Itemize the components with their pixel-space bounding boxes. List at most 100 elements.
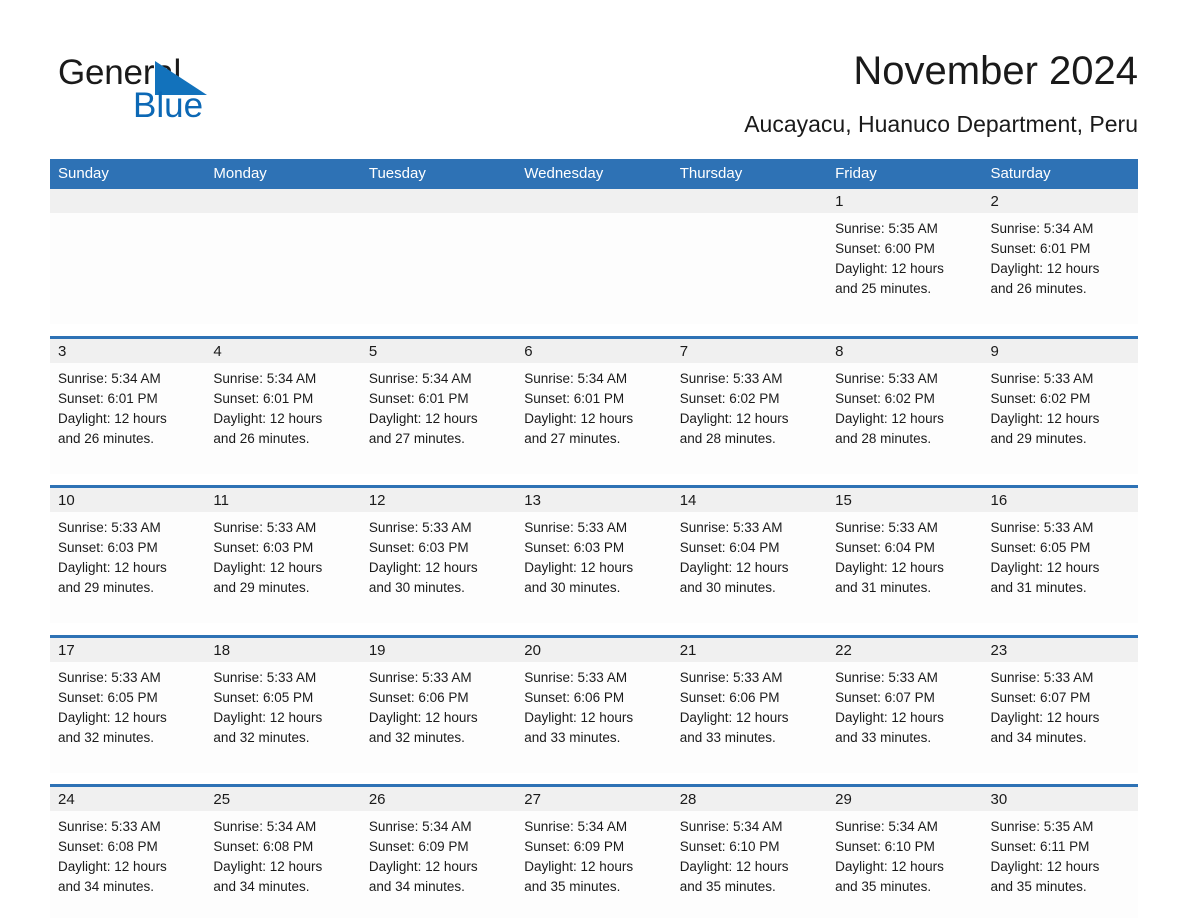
day-number: 5 <box>360 338 517 363</box>
calendar-day-22[interactable]: 22 Sunrise: 5:33 AM Sunset: 6:07 PM Dayligh… <box>827 637 983 773</box>
day-details: Sunrise: 5:33 AM Sunset: 6:03 PM Daylight:… <box>516 512 671 598</box>
day-number: 6 <box>516 338 672 363</box>
day-number: 30 <box>982 787 1138 811</box>
calendar-day-20[interactable]: 20 Sunrise: 5:33 AM Sunset: 6:06 PM Dayligh… <box>516 637 672 773</box>
daylight-text-line2: and 30 minutes. <box>679 580 776 595</box>
generalblue-logo[interactable]: General Blue <box>58 53 358 133</box>
day-details: Sunrise: 5:33 AM Sunset: 6:05 PM Daylight:… <box>205 662 360 748</box>
page-subtitle: Aucayacu, Huanuco Department, Peru <box>744 111 1138 137</box>
calendar-cell <box>516 189 672 324</box>
daylight-text-line1: Daylight: 12 hours <box>524 560 634 575</box>
day-details: Sunrise: 5:33 AM Sunset: 6:06 PM Daylight:… <box>516 662 671 748</box>
week-separator <box>50 473 1138 488</box>
day-details: Sunrise: 5:34 AM Sunset: 6:08 PM Daylight:… <box>205 811 360 897</box>
calendar-day-19[interactable]: 19 Sunrise: 5:33 AM Sunset: 6:06 PM Dayligh… <box>360 637 517 773</box>
calendar-day-8[interactable]: 8 Sunrise: 5:33 AM Sunset: 6:02 PM Daylight… <box>827 338 983 474</box>
sunrise-text: Sunrise: 5:33 AM <box>524 669 628 685</box>
calendar-cell: 29 Sunrise: 5:34 AM Sunset: 6:10 PM Dayligh… <box>827 785 983 918</box>
calendar-day-30[interactable]: 30 Sunrise: 5:35 AM Sunset: 6:11 PM Dayligh… <box>982 787 1138 918</box>
daylight-text-line1: Daylight: 12 hours <box>990 410 1100 426</box>
day-number: 10 <box>50 488 206 512</box>
calendar-day-11[interactable]: 11 Sunrise: 5:33 AM Sunset: 6:03 PM Dayligh… <box>205 488 361 623</box>
day-number: 19 <box>360 637 517 662</box>
calendar-week-row: 10 Sunrise: 5:33 AM Sunset: 6:03 PM Dayligh… <box>50 486 1138 623</box>
daylight-text-line2: and 25 minutes. <box>835 281 932 296</box>
calendar-day-14[interactable]: 14 Sunrise: 5:33 AM Sunset: 6:04 PM Dayligh… <box>671 488 828 623</box>
day-details: Sunrise: 5:34 AM Sunset: 6:01 PM Daylight:… <box>50 363 205 449</box>
calendar-day-27[interactable]: 27 Sunrise: 5:34 AM Sunset: 6:09 PM Dayligh… <box>516 787 672 918</box>
daylight-text-line2: and 33 minutes. <box>524 729 621 745</box>
sunrise-text: Sunrise: 5:33 AM <box>835 520 938 535</box>
calendar-day-3[interactable]: 3 Sunrise: 5:34 AM Sunset: 6:01 PM Daylight… <box>50 338 206 474</box>
day-details: Sunrise: 5:34 AM Sunset: 6:10 PM Daylight:… <box>827 811 982 897</box>
calendar-day-23[interactable]: 23 Sunrise: 5:33 AM Sunset: 6:07 PM Dayligh… <box>982 637 1138 773</box>
sunrise-text: Sunrise: 5:33 AM <box>213 669 317 685</box>
daylight-text-line2: and 26 minutes. <box>213 430 310 446</box>
calendar-day-7[interactable]: 7 Sunrise: 5:33 AM Sunset: 6:02 PM Daylight… <box>671 338 828 474</box>
calendar-day-6[interactable]: 6 Sunrise: 5:34 AM Sunset: 6:01 PM Daylight… <box>516 338 672 474</box>
calendar-cell: 30 Sunrise: 5:35 AM Sunset: 6:11 PM Dayligh… <box>982 785 1138 918</box>
sunset-text: Sunset: 6:03 PM <box>58 540 158 555</box>
calendar-cell: 3 Sunrise: 5:34 AM Sunset: 6:01 PM Daylight… <box>50 337 206 474</box>
calendar-cell: 11 Sunrise: 5:33 AM Sunset: 6:03 PM Dayligh… <box>205 486 361 623</box>
calendar-cell: 4 Sunrise: 5:34 AM Sunset: 6:01 PM Daylight… <box>205 337 361 474</box>
day-number: 18 <box>205 637 361 662</box>
calendar-day-15[interactable]: 15 Sunrise: 5:33 AM Sunset: 6:04 PM Dayligh… <box>827 488 983 623</box>
day-number: 22 <box>827 637 983 662</box>
sunrise-text: Sunrise: 5:33 AM <box>990 669 1094 685</box>
calendar-day-13[interactable]: 13 Sunrise: 5:33 AM Sunset: 6:03 PM Dayligh… <box>516 488 672 623</box>
daylight-text-line1: Daylight: 12 hours <box>213 560 323 575</box>
calendar-day-24[interactable]: 24 Sunrise: 5:33 AM Sunset: 6:08 PM Dayligh… <box>50 787 206 918</box>
day-number: 28 <box>671 787 828 811</box>
calendar-day-26[interactable]: 26 Sunrise: 5:34 AM Sunset: 6:09 PM Dayligh… <box>360 787 517 918</box>
calendar-day-1[interactable]: 1 Sunrise: 5:35 AM Sunset: 6:00 PM Daylight… <box>827 189 983 324</box>
sunrise-text: Sunrise: 5:34 AM <box>524 819 628 834</box>
daylight-text-line1: Daylight: 12 hours <box>679 859 789 874</box>
day-number: 15 <box>827 488 983 512</box>
sunrise-text: Sunrise: 5:33 AM <box>524 520 628 535</box>
calendar-day-5[interactable]: 5 Sunrise: 5:34 AM Sunset: 6:01 PM Daylight… <box>360 338 517 474</box>
calendar-day-17[interactable]: 17 Sunrise: 5:33 AM Sunset: 6:05 PM Dayligh… <box>50 637 206 773</box>
week-separator <box>50 623 1138 638</box>
sunrise-text: Sunrise: 5:33 AM <box>368 669 472 685</box>
sunset-text: Sunset: 6:11 PM <box>990 839 1090 854</box>
daylight-text-line2: and 29 minutes. <box>58 580 155 595</box>
sunset-text: Sunset: 6:01 PM <box>58 390 158 406</box>
sunrise-text: Sunrise: 5:33 AM <box>58 819 161 834</box>
sunrise-text: Sunrise: 5:33 AM <box>835 669 938 685</box>
daylight-text-line1: Daylight: 12 hours <box>835 709 944 725</box>
day-details: Sunrise: 5:34 AM Sunset: 6:01 PM Daylight:… <box>983 213 1138 299</box>
day-number: 26 <box>360 787 517 811</box>
day-number: 25 <box>205 787 361 811</box>
calendar-day-25[interactable]: 25 Sunrise: 5:34 AM Sunset: 6:08 PM Dayligh… <box>205 787 361 918</box>
calendar-day-10[interactable]: 10 Sunrise: 5:33 AM Sunset: 6:03 PM Dayligh… <box>50 488 206 623</box>
day-details: Sunrise: 5:33 AM Sunset: 6:03 PM Daylight:… <box>361 512 516 598</box>
week-rule <box>50 772 1138 787</box>
day-details: Sunrise: 5:33 AM Sunset: 6:04 PM Daylight:… <box>827 512 982 598</box>
daylight-text-line1: Daylight: 12 hours <box>213 859 323 874</box>
page-title: November 2024 <box>853 49 1138 93</box>
day-number: 24 <box>50 787 206 811</box>
daylight-text-line2: and 32 minutes. <box>368 729 465 745</box>
sunrise-text: Sunrise: 5:33 AM <box>835 370 938 386</box>
sunset-text: Sunset: 6:06 PM <box>368 689 469 705</box>
day-details: Sunrise: 5:33 AM Sunset: 6:04 PM Daylight:… <box>672 512 827 598</box>
calendar-day-16[interactable]: 16 Sunrise: 5:33 AM Sunset: 6:05 PM Dayligh… <box>982 488 1138 623</box>
calendar-day-18[interactable]: 18 Sunrise: 5:33 AM Sunset: 6:05 PM Dayligh… <box>205 637 361 773</box>
calendar-cell: 13 Sunrise: 5:33 AM Sunset: 6:03 PM Dayligh… <box>516 486 672 623</box>
calendar-day-28[interactable]: 28 Sunrise: 5:34 AM Sunset: 6:10 PM Dayligh… <box>671 787 828 918</box>
day-details: Sunrise: 5:33 AM Sunset: 6:05 PM Daylight:… <box>983 512 1138 598</box>
daylight-text-line2: and 32 minutes. <box>58 729 155 745</box>
day-number: 13 <box>516 488 672 512</box>
sunrise-text: Sunrise: 5:33 AM <box>990 520 1094 535</box>
calendar-day-4[interactable]: 4 Sunrise: 5:34 AM Sunset: 6:01 PM Daylight… <box>205 338 361 474</box>
logo-text-blue: Blue <box>133 86 204 125</box>
daylight-text-line2: and 35 minutes. <box>835 879 932 894</box>
calendar-day-21[interactable]: 21 Sunrise: 5:33 AM Sunset: 6:06 PM Dayligh… <box>671 637 828 773</box>
calendar-cell: 7 Sunrise: 5:33 AM Sunset: 6:02 PM Daylight… <box>671 337 828 474</box>
calendar-day-2[interactable]: 2 Sunrise: 5:34 AM Sunset: 6:01 PM Daylight… <box>982 189 1138 324</box>
calendar-day-9[interactable]: 9 Sunrise: 5:33 AM Sunset: 6:02 PM Daylight… <box>982 338 1138 474</box>
day-details: Sunrise: 5:33 AM Sunset: 6:02 PM Daylight:… <box>983 363 1138 449</box>
calendar-day-29[interactable]: 29 Sunrise: 5:34 AM Sunset: 6:10 PM Dayligh… <box>827 787 983 918</box>
calendar-day-12[interactable]: 12 Sunrise: 5:33 AM Sunset: 6:03 PM Dayligh… <box>360 488 517 623</box>
